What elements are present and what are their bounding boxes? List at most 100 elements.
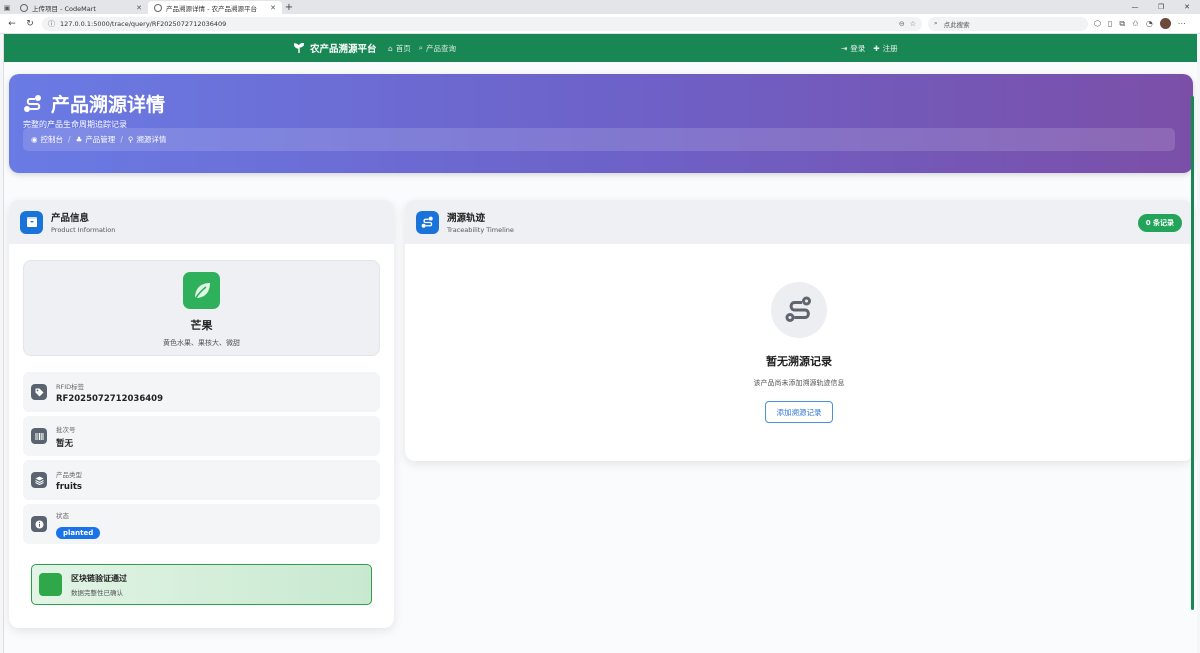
nav-home-link[interactable]: ⌂ 首页 xyxy=(388,43,411,54)
seedling-icon xyxy=(294,43,304,53)
minimize-icon[interactable]: — xyxy=(1122,0,1148,14)
leaf-icon xyxy=(183,272,220,309)
tag-icon xyxy=(31,384,47,400)
breadcrumb-dashboard[interactable]: ◉ 控制台 xyxy=(31,134,63,145)
favorites-icon[interactable]: ✩ xyxy=(1132,19,1139,28)
card-title: 溯源轨迹 xyxy=(447,213,486,224)
browser-search-box[interactable]: ⌕ 点此搜索 xyxy=(928,16,1088,31)
field-label: 状态 xyxy=(56,511,69,520)
barcode-icon xyxy=(31,428,47,444)
field-product-type: 产品类型 fruits xyxy=(23,460,380,500)
tab-title: 产品溯源详情 - 农产品溯源平台 xyxy=(166,4,257,13)
register-label: 注册 xyxy=(882,43,898,53)
route-icon xyxy=(416,210,439,234)
auth-links: ⇥ 登录 ✚ 注册 xyxy=(841,43,898,54)
layers-icon xyxy=(31,472,47,488)
product-summary: 芒果 黄色水果、果核大、微甜 xyxy=(23,260,380,356)
site-navbar: 农产品溯源平台 ⌂ 首页 ⌕ 产品查询 ⇥ 登录 ✚ 注册 xyxy=(4,34,1197,62)
user-plus-icon: ✚ xyxy=(873,43,880,53)
breadcrumb-label: 产品管理 xyxy=(85,135,116,144)
field-label: 产品类型 xyxy=(56,470,82,479)
status-badge: planted xyxy=(56,526,101,539)
search-icon: ⌕ xyxy=(934,19,938,27)
collections-icon[interactable]: ⧉ xyxy=(1119,19,1125,29)
address-bar[interactable]: ⓘ 127.0.0.1:5000/trace/query/RF202507271… xyxy=(42,16,922,31)
zoom-icon[interactable]: ⊖ xyxy=(899,20,905,28)
tab-actions-icon[interactable]: ▣ xyxy=(0,1,14,14)
trace-timeline-card: 溯源轨迹 Traceability Timeline 0 条记录 暂无溯源记录 … xyxy=(405,200,1193,461)
search-placeholder: 点此搜索 xyxy=(943,20,970,29)
history-icon[interactable]: ◔ xyxy=(1146,19,1153,28)
browser-tab-codemart[interactable]: 上传项目 - CodeMart ✕ xyxy=(14,1,148,14)
field-value: 暂无 xyxy=(56,438,74,449)
sitemap-icon: ♣ xyxy=(75,135,83,144)
card-subtitle: Traceability Timeline xyxy=(447,226,514,234)
field-value: fruits xyxy=(56,481,82,492)
page-header: 产品溯源详情 完整的产品生命周期追踪记录 ◉ 控制台 / ♣ 产品管理 / ⚲ 溯源详… xyxy=(9,74,1193,173)
browser-tab-trace-detail[interactable]: 产品溯源详情 - 农产品溯源平台 ✕ xyxy=(148,1,282,14)
nav-home-label: 首页 xyxy=(395,43,411,53)
page-scrollbar[interactable] xyxy=(1191,96,1194,610)
register-link[interactable]: ✚ 注册 xyxy=(873,43,897,54)
info-icon xyxy=(31,516,47,532)
breadcrumb-separator: / xyxy=(120,135,123,144)
back-icon[interactable]: ← xyxy=(6,19,18,29)
breadcrumb-product-management[interactable]: ♣ 产品管理 xyxy=(76,134,116,145)
profile-avatar[interactable] xyxy=(1159,18,1171,29)
field-rfid: RFID标签 RF2025072712036409 xyxy=(23,372,380,412)
favorite-star-icon[interactable]: ☆ xyxy=(910,20,916,28)
blockchain-verify-banner: 区块链验证通过 数据完整性已确认 xyxy=(31,564,372,605)
new-tab-button[interactable]: + xyxy=(282,1,296,14)
browser-toolbar: ← ↻ ⓘ 127.0.0.1:5000/trace/query/RF20250… xyxy=(0,14,1200,34)
card-subtitle: Product Information xyxy=(51,226,116,234)
reload-icon[interactable]: ↻ xyxy=(24,19,36,29)
route-icon xyxy=(771,282,827,338)
more-menu-icon[interactable]: ⋯ xyxy=(1178,19,1186,28)
breadcrumb-label: 控制台 xyxy=(40,135,64,144)
product-name: 芒果 xyxy=(190,319,213,332)
split-screen-icon[interactable]: ▯ xyxy=(1108,19,1112,28)
nav-links: ⌂ 首页 ⌕ 产品查询 xyxy=(388,43,456,54)
card-title: 产品信息 xyxy=(51,213,90,224)
breadcrumb: ◉ 控制台 / ♣ 产品管理 / ⚲ 溯源详情 xyxy=(23,128,1175,151)
site-info-icon[interactable]: ⓘ xyxy=(48,19,55,29)
breadcrumb-label: 溯源详情 xyxy=(136,135,167,144)
page-title: 产品溯源详情 xyxy=(23,90,165,117)
field-value: RF2025072712036409 xyxy=(56,393,163,404)
close-tab-icon[interactable]: ✕ xyxy=(270,4,276,12)
search-icon: ⌕ xyxy=(418,43,423,52)
tab-title: 上传项目 - CodeMart xyxy=(32,4,96,13)
globe-icon xyxy=(154,3,162,12)
page-title-text: 产品溯源详情 xyxy=(51,94,166,116)
verify-subtitle: 数据完整性已确认 xyxy=(71,588,123,597)
window-controls: — ❐ ✕ xyxy=(1122,0,1200,14)
box-icon xyxy=(20,210,43,234)
field-batch: 批次号 暂无 xyxy=(23,416,380,456)
extension-icon[interactable]: ⬡ xyxy=(1094,19,1101,28)
login-icon: ⇥ xyxy=(841,43,848,53)
route-icon: ⚲ xyxy=(127,135,134,144)
home-icon: ⌂ xyxy=(388,43,393,53)
dashboard-icon: ◉ xyxy=(31,135,38,144)
empty-title: 暂无溯源记录 xyxy=(766,355,832,368)
brand-logo[interactable]: 农产品溯源平台 xyxy=(294,41,377,55)
verify-title: 区块链验证通过 xyxy=(71,573,127,583)
card-header: 溯源轨迹 Traceability Timeline 0 条记录 xyxy=(405,200,1193,244)
login-link[interactable]: ⇥ 登录 xyxy=(841,43,865,54)
restore-icon[interactable]: ❐ xyxy=(1148,0,1174,14)
add-trace-record-button[interactable]: 添加溯源记录 xyxy=(765,401,833,423)
close-tab-icon[interactable]: ✕ xyxy=(136,4,142,12)
url-text: 127.0.0.1:5000/trace/query/RF20250727120… xyxy=(60,19,227,28)
breadcrumb-trace-detail: ⚲ 溯源详情 xyxy=(128,134,167,145)
field-label: 批次号 xyxy=(56,425,76,434)
empty-subtitle: 该产品尚未添加溯源轨迹信息 xyxy=(753,379,845,387)
nav-query-link[interactable]: ⌕ 产品查询 xyxy=(419,43,456,54)
browser-tab-bar: ▣ 上传项目 - CodeMart ✕ 产品溯源详情 - 农产品溯源平台 ✕ +… xyxy=(0,0,1200,14)
page-content: 农产品溯源平台 ⌂ 首页 ⌕ 产品查询 ⇥ 登录 ✚ 注册 产品溯源详情 完整的产品生命… xyxy=(3,34,1197,653)
verified-icon xyxy=(39,573,62,596)
field-label: RFID标签 xyxy=(56,382,85,391)
nav-query-label: 产品查询 xyxy=(425,43,456,53)
field-status: 状态 planted xyxy=(23,504,380,544)
record-count-badge: 0 条记录 xyxy=(1137,214,1182,232)
close-window-icon[interactable]: ✕ xyxy=(1174,0,1200,14)
